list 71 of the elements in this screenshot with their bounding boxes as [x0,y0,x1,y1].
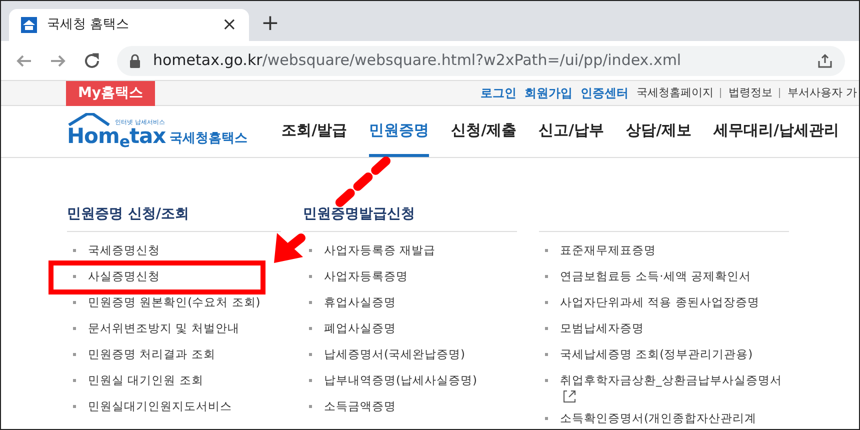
header-link[interactable]: 회원가입 [524,84,572,102]
header-link[interactable]: 법령정보 [728,84,772,102]
nav-tab[interactable]: 세무대리/납세관리 [714,106,840,157]
menu-link[interactable]: 납부내역증명(납세사실증명) [324,372,477,389]
menu-link[interactable]: 납세증명서(국세완납증명) [324,346,465,363]
new-tab-button[interactable]: + [261,13,280,35]
menu-link[interactable]: 표준재무제표증명 [560,242,656,259]
menu-link[interactable]: 폐업사실증명 [324,320,396,337]
bullet-icon [545,275,548,278]
menu-link[interactable]: 소득확인증명서(개인종합자산관리계 [560,410,756,427]
menu-link[interactable]: 국세증명신청 [88,242,160,259]
menu-link[interactable]: 사업자등록증 재발급 [324,242,436,259]
bullet-icon [309,301,312,304]
nav-tab[interactable]: 신청/제출 [451,106,517,157]
tab-title: 국세청 홈택스 [47,16,130,34]
share-icon[interactable] [817,52,833,68]
menu-link[interactable]: 사업자단위과세 적용 종된사업장증명 [560,294,760,311]
bullet-icon [309,327,312,330]
bullet-icon [73,301,76,304]
section-heading: 민원증명 신청/조회 [67,205,189,224]
lock-icon [129,54,141,68]
menu-link[interactable]: 문서위변조방지 및 처벌안내 [88,320,240,337]
menu-link[interactable]: 민원실대기인원지도서비스 [88,398,232,415]
logo-wordmark: Hom$_{e}$tax [67,126,166,147]
bullet-icon [73,405,76,408]
nav-tab[interactable]: 민원증명 [369,106,430,157]
bullet-icon [545,417,548,420]
bullet-icon [73,249,76,252]
bullet-icon [73,353,76,356]
menu-link[interactable]: 국세납세증명 조회(정부관리기관용) [560,346,753,363]
house-icon [21,17,37,33]
bullet-icon [309,249,312,252]
menu-link[interactable]: 휴업사실증명 [324,294,396,311]
section-heading: 민원증명발급신청 [303,205,415,224]
bullet-icon [309,379,312,382]
reload-icon[interactable] [83,52,101,70]
my-hometax-tab[interactable]: My홈택스 [66,80,156,106]
bullet-icon [309,405,312,408]
browser-tab[interactable]: 국세청 홈택스 × [9,9,249,41]
bullet-icon [309,353,312,356]
bullet-icon [73,379,76,382]
menu-link[interactable]: 모범납세자증명 [560,320,644,337]
close-tab-button[interactable]: × [222,16,237,34]
menu-link[interactable]: 취업후학자금상환_상환금납부사실증명서 [560,372,789,406]
header-link[interactable]: 인증센터 [580,84,628,102]
bullet-icon [545,379,548,382]
header-link[interactable]: 국세청홈페이지 [636,84,714,102]
address-field[interactable]: hometax.go.kr/websquare/websquare.html?w2xPath=/ui/pp/index.xml [117,46,845,76]
nav-tab[interactable]: 조회/발급 [282,106,348,157]
menu-link[interactable]: 민원실 대기인원 조회 [88,372,204,389]
nav-tab[interactable]: 신고/납부 [538,106,604,157]
menu-link[interactable]: 사업자등록증명 [324,268,408,285]
nav-tab[interactable]: 상담/제보 [626,106,692,157]
external-link-icon [563,390,576,403]
menu-link[interactable]: 사실증명신청 [88,268,160,285]
menu-link[interactable]: 연금보험료등 소득·세액 공제확인서 [560,268,751,285]
url-text: hometax.go.kr/websquare/websquare.html?w2xPath=/ui/pp/index.xml [153,50,682,72]
bullet-icon [545,327,548,330]
header-link[interactable]: 부서사용자 가 [788,84,857,102]
header-link[interactable]: 로그인 [480,84,516,102]
roof-icon [67,113,111,126]
menu-link[interactable]: 민원증명 원본확인(수요처 조회) [88,294,260,311]
bullet-icon [545,249,548,252]
menu-link[interactable]: 민원증명 처리결과 조회 [88,346,216,363]
bullet-icon [545,301,548,304]
bullet-icon [309,275,312,278]
bullet-icon [545,353,548,356]
logo-name: 국세청홈택스 [170,132,248,145]
bullet-icon [73,275,76,278]
bullet-icon [73,327,76,330]
menu-link[interactable]: 소득금액증명 [324,398,396,415]
